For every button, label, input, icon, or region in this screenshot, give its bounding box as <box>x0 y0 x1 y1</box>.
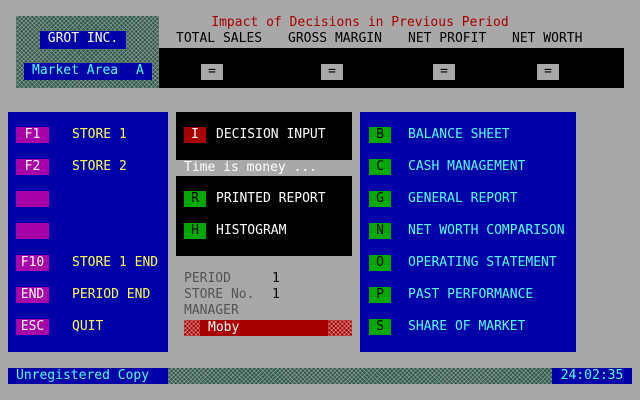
net-worth-comparison-label[interactable]: NET WORTH COMPARISON <box>408 223 565 239</box>
decision-input-label[interactable]: DECISION INPUT <box>216 127 326 143</box>
net-profit-value: = <box>433 64 455 80</box>
past-performance-key[interactable]: P <box>369 287 391 303</box>
manager-label: MANAGER <box>184 303 239 318</box>
impact-title: Impact of Decisions in Previous Period <box>211 15 509 30</box>
operating-statement-label[interactable]: OPERATING STATEMENT <box>408 255 557 271</box>
decision-input-key[interactable]: I <box>184 127 206 143</box>
share-of-market-key[interactable]: S <box>369 319 391 335</box>
time-message: Time is money ... <box>184 160 318 175</box>
store-number-value: 1 <box>272 287 280 302</box>
cash-management-key[interactable]: C <box>369 159 391 175</box>
share-of-market-label[interactable]: SHARE OF MARKET <box>408 319 525 335</box>
printed-report-label[interactable]: PRINTED REPORT <box>216 191 326 207</box>
past-performance-label[interactable]: PAST PERFORMANCE <box>408 287 533 303</box>
manager-field[interactable]: Moby <box>200 320 328 336</box>
gross-margin-value: = <box>321 64 343 80</box>
clock: 24:02:35 <box>552 368 632 384</box>
store-1-label[interactable]: STORE 1 <box>72 127 127 143</box>
end-key[interactable]: END <box>16 287 49 303</box>
net-profit-header: NET PROFIT <box>408 31 487 46</box>
total-sales-header: TOTAL SALES <box>176 31 263 46</box>
period-end-label[interactable]: PERIOD END <box>72 287 150 303</box>
period-label: PERIOD <box>184 271 231 286</box>
printed-report-key[interactable]: R <box>184 191 206 207</box>
blank-key-1[interactable] <box>16 191 49 207</box>
total-sales-value: = <box>201 64 223 80</box>
histogram-key[interactable]: H <box>184 223 206 239</box>
registration-status: Unregistered Copy <box>8 368 168 384</box>
blank-key-2[interactable] <box>16 223 49 239</box>
gross-margin-header: GROSS MARGIN <box>288 31 382 46</box>
net-worth-comparison-key[interactable]: N <box>369 223 391 239</box>
report-panel <box>176 176 352 256</box>
operating-statement-key[interactable]: O <box>369 255 391 271</box>
market-area: Market Area A <box>24 63 152 80</box>
quit-label[interactable]: QUIT <box>72 319 103 335</box>
registration-text: Unregistered Copy <box>16 368 150 383</box>
esc-key[interactable]: ESC <box>16 319 49 335</box>
general-report-label[interactable]: GENERAL REPORT <box>408 191 518 207</box>
store-2-label[interactable]: STORE 2 <box>72 159 127 175</box>
net-worth-header: NET WORTH <box>512 31 583 46</box>
market-area-label: Market Area <box>32 63 119 78</box>
store-1-end-label[interactable]: STORE 1 END <box>72 255 158 271</box>
period-value: 1 <box>272 271 280 286</box>
balance-sheet-label[interactable]: BALANCE SHEET <box>408 127 510 143</box>
company-name: GROT INC. <box>40 31 126 49</box>
histogram-label[interactable]: HISTOGRAM <box>216 223 286 239</box>
f1-key[interactable]: F1 <box>16 127 49 143</box>
f10-key[interactable]: F10 <box>16 255 49 271</box>
balance-sheet-key[interactable]: B <box>369 127 391 143</box>
general-report-key[interactable]: G <box>369 191 391 207</box>
cash-management-label[interactable]: CASH MANAGEMENT <box>408 159 525 175</box>
market-area-value: A <box>136 63 144 78</box>
f2-key[interactable]: F2 <box>16 159 49 175</box>
store-number-label: STORE No. <box>184 287 255 302</box>
net-worth-value: = <box>537 64 559 80</box>
manager-value: Moby <box>208 320 240 335</box>
